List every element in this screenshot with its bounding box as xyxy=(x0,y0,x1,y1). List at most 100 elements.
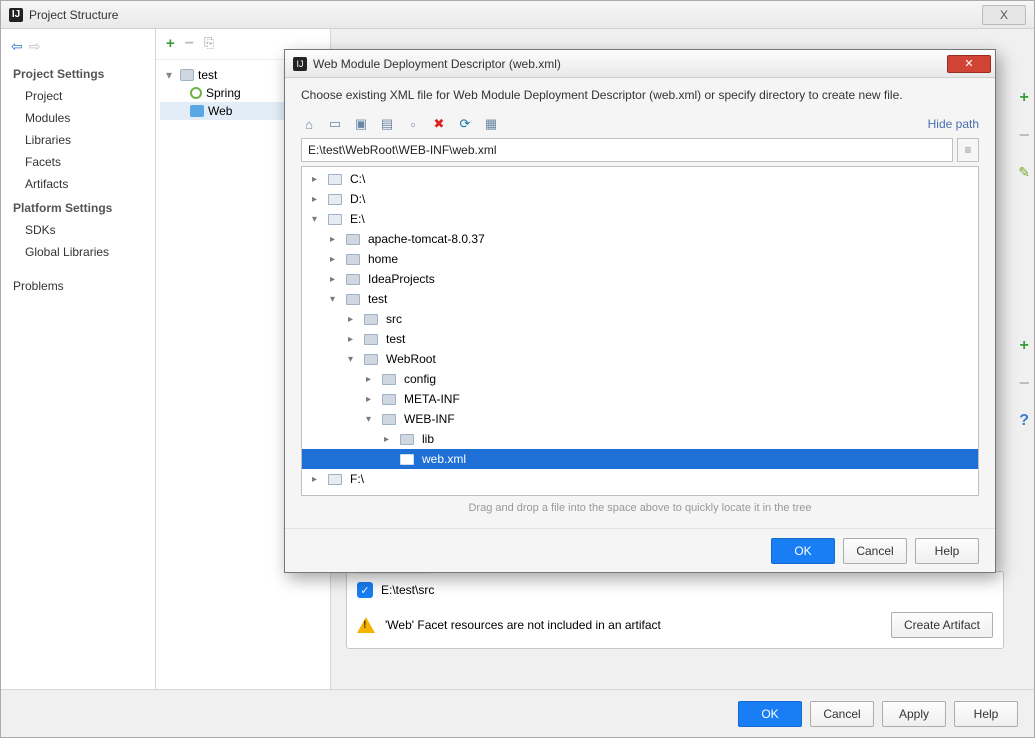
file-tree-node[interactable]: ▸IdeaProjects xyxy=(302,269,978,289)
edge-remove2-icon[interactable]: − xyxy=(1019,373,1030,394)
tree-expander-icon[interactable]: ▸ xyxy=(330,234,342,245)
file-tree-node[interactable]: ▾test xyxy=(302,289,978,309)
nav-item-sdks[interactable]: SDKs xyxy=(1,219,155,241)
project-dir-icon[interactable]: ▣ xyxy=(353,116,369,132)
file-tree-label: lib xyxy=(422,432,434,446)
copy-module-icon[interactable]: ⎘ xyxy=(204,35,214,53)
file-tree-label: WEB-INF xyxy=(404,412,455,426)
tree-expander-icon[interactable] xyxy=(166,68,176,82)
source-root-path: E:\test\src xyxy=(381,583,434,597)
main-cancel-button[interactable]: Cancel xyxy=(810,701,874,727)
window-close-button[interactable]: X xyxy=(982,5,1026,25)
file-tree-node[interactable]: ▸ test xyxy=(302,329,978,349)
tree-expander-icon[interactable]: ▸ xyxy=(384,434,396,445)
edge-remove-icon[interactable]: − xyxy=(1019,125,1030,146)
nav-item-facets[interactable]: Facets xyxy=(1,151,155,173)
file-tree-node[interactable]: ▸config xyxy=(302,369,978,389)
file-tree[interactable]: ▸C:\▸D:\▾E:\▸apache-tomcat-8.0.37▸home▸I… xyxy=(301,166,979,496)
nav-item-global-libraries[interactable]: Global Libraries xyxy=(1,241,155,263)
create-artifact-button[interactable]: Create Artifact xyxy=(891,612,993,638)
file-tree-node[interactable]: ▸C:\ xyxy=(302,169,978,189)
file-tree-label: D:\ xyxy=(350,192,365,206)
web-icon xyxy=(190,105,204,117)
new-folder-icon[interactable]: ▫ xyxy=(405,116,421,132)
warning-row: 'Web' Facet resources are not included i… xyxy=(357,612,993,638)
main-apply-button[interactable]: Apply xyxy=(882,701,946,727)
delete-icon[interactable]: ✖ xyxy=(431,116,447,132)
drive-icon xyxy=(328,174,342,185)
refresh-icon[interactable]: ⟳ xyxy=(457,116,473,132)
edge-edit-icon[interactable]: ✎ xyxy=(1018,164,1030,181)
dialog-cancel-button[interactable]: Cancel xyxy=(843,538,907,564)
nav-back-icon[interactable]: ⇦ xyxy=(11,39,23,53)
remove-module-icon[interactable]: − xyxy=(185,35,194,53)
path-row: ≡ xyxy=(301,138,979,162)
folder-icon xyxy=(400,434,414,445)
file-tree-node[interactable]: ▾E:\ xyxy=(302,209,978,229)
folder-icon xyxy=(346,274,360,285)
project-structure-window: IJ Project Structure X ⇦ ⇨ Project Setti… xyxy=(0,0,1035,738)
nav-item-project[interactable]: Project xyxy=(1,85,155,107)
tree-expander-icon[interactable]: ▸ xyxy=(330,254,342,265)
source-root-checkbox[interactable]: ✓ xyxy=(357,582,373,598)
hide-path-link[interactable]: Hide path xyxy=(928,117,979,131)
tree-expander-icon[interactable]: ▾ xyxy=(330,294,342,305)
tree-expander-icon[interactable]: ▸ xyxy=(348,314,360,325)
file-tree-node[interactable]: web.xml xyxy=(302,449,978,469)
nav-item-problems[interactable]: Problems xyxy=(1,275,155,297)
path-input[interactable] xyxy=(301,138,953,162)
titlebar: IJ Project Structure X xyxy=(1,1,1034,29)
desktop-icon[interactable]: ▭ xyxy=(327,116,343,132)
dialog-title: Web Module Deployment Descriptor (web.xm… xyxy=(313,57,561,71)
path-history-button[interactable]: ≡ xyxy=(957,138,979,162)
file-tree-node[interactable]: ▾ WEB-INF xyxy=(302,409,978,429)
tree-expander-icon[interactable]: ▸ xyxy=(366,394,378,405)
folder-icon xyxy=(382,374,396,385)
main-ok-button[interactable]: OK xyxy=(738,701,802,727)
drive-icon xyxy=(328,474,342,485)
main-help-button[interactable]: Help xyxy=(954,701,1018,727)
tree-expander-icon[interactable]: ▸ xyxy=(366,374,378,385)
tree-expander-icon[interactable]: ▸ xyxy=(312,474,324,485)
add-module-icon[interactable]: + xyxy=(166,35,175,53)
edge-add-icon[interactable]: + xyxy=(1019,89,1028,107)
edge-add2-icon[interactable]: + xyxy=(1019,337,1028,355)
file-tree-node[interactable]: ▸apache-tomcat-8.0.37 xyxy=(302,229,978,249)
module-dir-icon[interactable]: ▤ xyxy=(379,116,395,132)
dialog-close-button[interactable]: ✕ xyxy=(947,55,991,73)
nav-item-libraries[interactable]: Libraries xyxy=(1,129,155,151)
spring-icon xyxy=(190,87,202,99)
folder-icon xyxy=(382,414,396,425)
tree-expander-icon[interactable]: ▸ xyxy=(330,274,342,285)
file-tree-node[interactable]: ▾WebRoot xyxy=(302,349,978,369)
file-tree-node[interactable]: ▸F:\ xyxy=(302,469,978,489)
source-root-row: ✓ E:\test\src xyxy=(357,582,993,598)
tree-expander-icon[interactable]: ▸ xyxy=(312,174,324,185)
folder-icon xyxy=(364,314,378,325)
home-icon[interactable]: ⌂ xyxy=(301,116,317,132)
file-tree-node[interactable]: ▸ D:\ xyxy=(302,189,978,209)
file-tree-label: test xyxy=(386,332,405,346)
tree-expander-icon[interactable]: ▸ xyxy=(312,194,324,205)
tree-expander-icon[interactable]: ▸ xyxy=(348,334,360,345)
file-tree-node[interactable]: ▸home xyxy=(302,249,978,269)
dialog-help-button[interactable]: Help xyxy=(915,538,979,564)
nav-item-artifacts[interactable]: Artifacts xyxy=(1,173,155,195)
file-tree-node[interactable]: ▸META-INF xyxy=(302,389,978,409)
main-button-bar: OK Cancel Apply Help xyxy=(1,689,1034,737)
tree-expander-icon[interactable]: ▾ xyxy=(348,354,360,365)
tree-expander-icon[interactable]: ▾ xyxy=(366,414,378,425)
nav-forward-icon[interactable]: ⇨ xyxy=(29,39,41,53)
nav-item-modules[interactable]: Modules xyxy=(1,107,155,129)
dialog-ok-button[interactable]: OK xyxy=(771,538,835,564)
file-tree-node[interactable]: ▸src xyxy=(302,309,978,329)
warning-icon xyxy=(357,617,375,633)
file-tree-node[interactable]: ▸ lib xyxy=(302,429,978,449)
dialog-button-bar: OK Cancel Help xyxy=(285,528,995,572)
dialog-body: Choose existing XML file for Web Module … xyxy=(285,78,995,514)
tree-expander-icon[interactable]: ▾ xyxy=(312,214,324,225)
edge-help-icon[interactable]: ? xyxy=(1019,412,1029,430)
show-hidden-icon[interactable]: ▦ xyxy=(483,116,499,132)
dialog-message: Choose existing XML file for Web Module … xyxy=(301,88,979,102)
facet-label: Spring xyxy=(206,86,241,100)
